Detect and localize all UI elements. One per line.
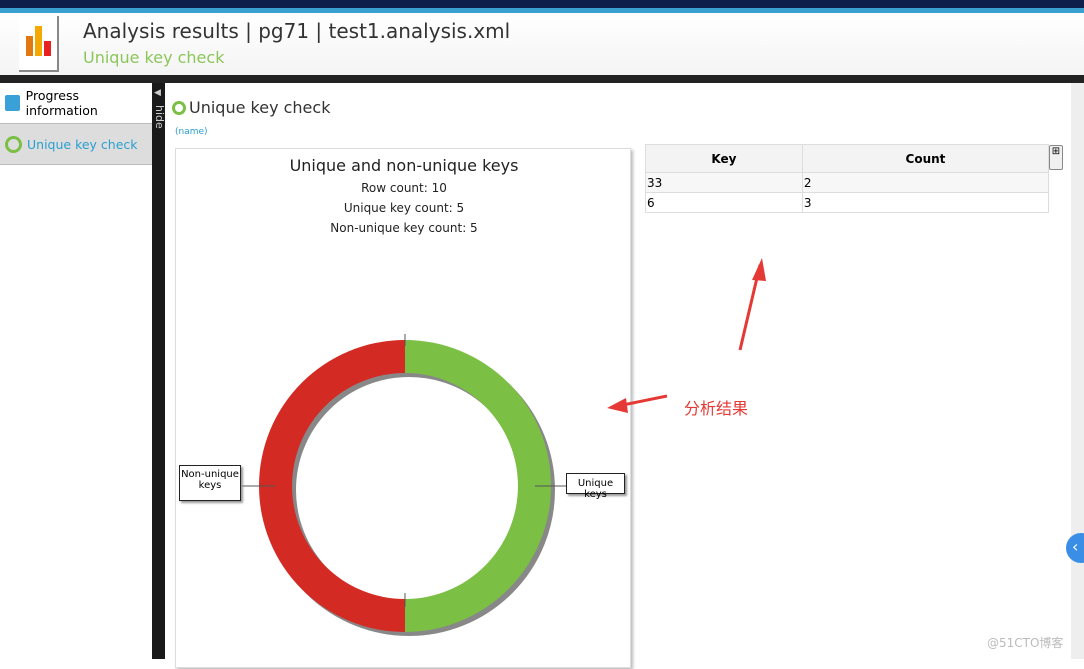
cell-key: 6 bbox=[645, 192, 803, 213]
header: Analysis results | pg71 | test1.analysis… bbox=[0, 13, 1084, 75]
donut-chart bbox=[219, 334, 567, 636]
donut-slice-non-unique-keys[interactable] bbox=[259, 340, 405, 632]
label-non-unique-keys: Non-unique keys bbox=[179, 465, 241, 501]
cell-count: 2 bbox=[801, 172, 1050, 193]
cell-key: 33 bbox=[645, 172, 803, 193]
sidebar-item-unique-key-check[interactable]: Unique key check bbox=[0, 124, 152, 165]
column-header-key[interactable]: Key bbox=[645, 144, 803, 173]
annotation-text: 分析结果 bbox=[684, 399, 749, 418]
donut-slice-unique-keys[interactable] bbox=[405, 340, 551, 632]
right-edge-panel bbox=[1071, 83, 1084, 659]
watermark: @51CTO博客 bbox=[987, 636, 1064, 650]
sidebar-item-progress-information[interactable]: Progress information bbox=[0, 83, 152, 124]
section-title-text: Unique key check bbox=[189, 98, 331, 117]
label-unique-keys: Unique keys bbox=[566, 473, 625, 500]
sidebar: Progress information Unique key check bbox=[0, 83, 152, 659]
progress-icon bbox=[5, 95, 20, 111]
donut-icon bbox=[5, 135, 22, 153]
app-logo-icon bbox=[19, 16, 59, 72]
donut-icon bbox=[172, 100, 186, 115]
table-row[interactable]: 63 bbox=[645, 192, 1050, 213]
page-subtitle: Unique key check bbox=[83, 48, 225, 67]
column-chooser-button[interactable]: ⊞ bbox=[1049, 145, 1063, 170]
page-title: Analysis results | pg71 | test1.analysis… bbox=[83, 19, 511, 43]
chart-panel: Unique and non-unique keys Row count: 10… bbox=[175, 148, 631, 668]
sidebar-item-label: Progress information bbox=[25, 88, 98, 118]
column-header-count[interactable]: Count bbox=[801, 144, 1050, 173]
section-title: Unique key check bbox=[172, 98, 330, 117]
results-table: Key Count 33 2 63 bbox=[645, 144, 1050, 213]
divider bbox=[0, 75, 1084, 83]
cell-count: 3 bbox=[801, 192, 1050, 213]
window-title-bar bbox=[0, 0, 1084, 8]
sidebar-hide-toggle[interactable]: ◀ hide bbox=[152, 83, 166, 659]
table-row[interactable]: 33 2 bbox=[645, 172, 1050, 193]
collapse-arrow-icon: ◀ bbox=[154, 88, 161, 98]
name-field[interactable]: (name) bbox=[175, 127, 208, 137]
sidebar-item-label: Unique key check bbox=[27, 136, 138, 152]
